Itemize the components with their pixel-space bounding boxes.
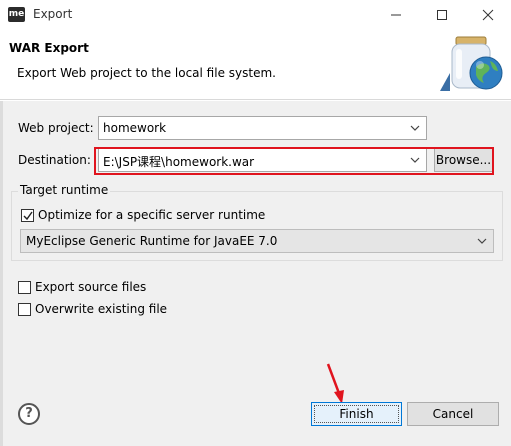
window-title: Export [33, 7, 73, 21]
web-project-select[interactable]: homework [98, 116, 427, 140]
close-icon [482, 9, 494, 21]
maximize-button[interactable] [419, 0, 465, 30]
wizard-banner: WAR Export Export Web project to the loc… [0, 30, 511, 100]
web-project-label: Web project: [18, 121, 94, 135]
maximize-icon [437, 10, 447, 20]
destination-label: Destination: [18, 153, 91, 167]
optimize-label: Optimize for a specific server runtime [38, 208, 266, 222]
finish-button[interactable]: Finish [311, 402, 402, 426]
window-edge [0, 101, 3, 446]
wizard-description: Export Web project to the local file sys… [17, 66, 276, 80]
chevron-down-icon [477, 238, 487, 244]
title-bar: me Export [0, 0, 511, 30]
minimize-button[interactable] [373, 0, 419, 30]
check-icon [23, 211, 33, 221]
cancel-button[interactable]: Cancel [407, 402, 499, 426]
runtime-value: MyEclipse Generic Runtime for JavaEE 7.0 [26, 234, 278, 248]
chevron-down-icon [410, 125, 420, 131]
help-button[interactable]: ? [18, 403, 40, 425]
overwrite-checkbox[interactable] [18, 303, 31, 316]
minimize-icon [391, 14, 401, 16]
export-source-checkbox[interactable] [18, 281, 31, 294]
overwrite-label: Overwrite existing file [35, 302, 168, 316]
wizard-title: WAR Export [9, 41, 89, 55]
red-arrow-annotation [326, 363, 344, 404]
jar-globe-icon [440, 36, 503, 91]
optimize-checkbox[interactable] [21, 209, 34, 222]
web-project-value: homework [103, 121, 167, 135]
myeclipse-logo-icon: me [8, 7, 25, 22]
help-icon: ? [25, 406, 33, 421]
close-button[interactable] [465, 0, 511, 30]
export-source-label: Export source files [35, 280, 147, 294]
runtime-select[interactable]: MyEclipse Generic Runtime for JavaEE 7.0 [20, 229, 494, 253]
target-runtime-title: Target runtime [18, 183, 111, 197]
highlight-box [94, 147, 494, 175]
